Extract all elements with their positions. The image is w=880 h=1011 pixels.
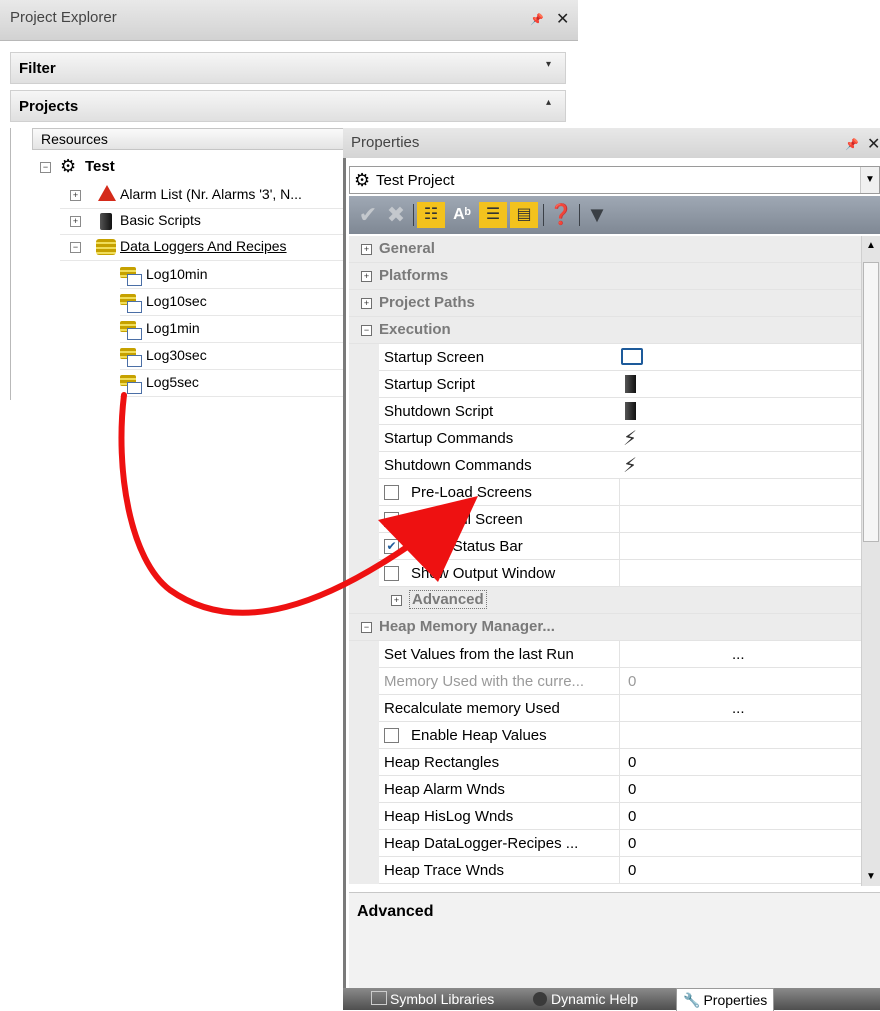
arrow-path bbox=[118, 392, 413, 616]
annotation-arrow bbox=[118, 392, 478, 616]
arrow-head-icon bbox=[378, 496, 478, 582]
